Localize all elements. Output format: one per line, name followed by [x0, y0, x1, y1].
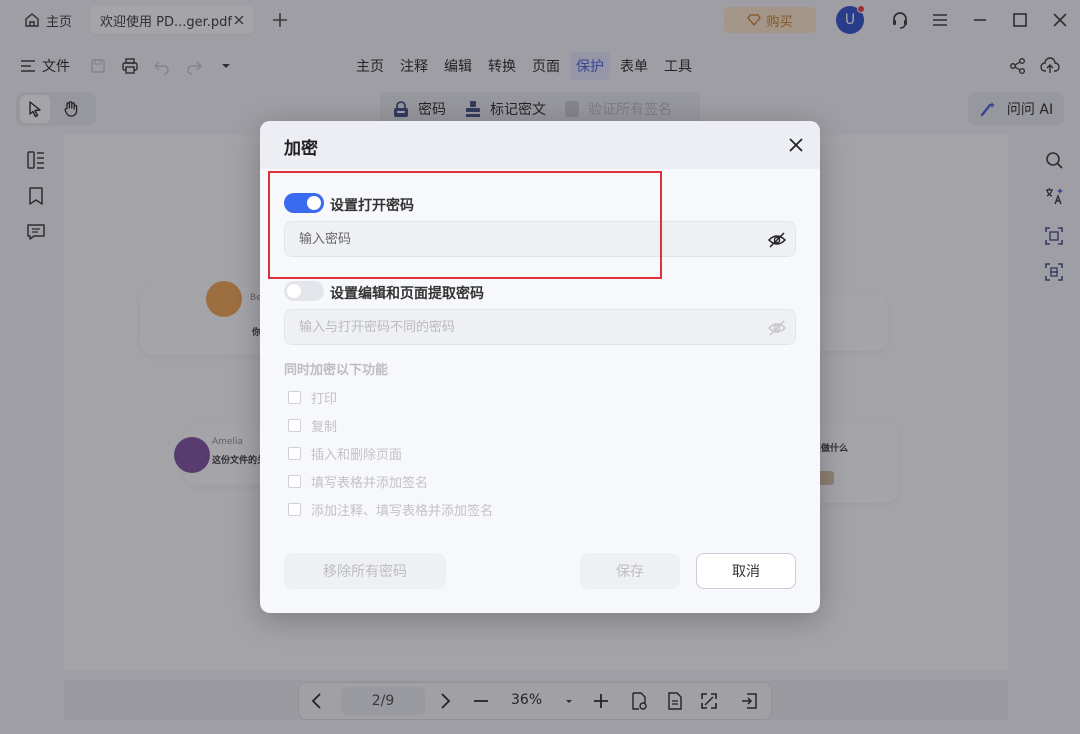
cancel-button[interactable]: 取消: [696, 553, 796, 589]
toggle-knob: [287, 284, 301, 298]
checkbox[interactable]: [288, 391, 301, 404]
dialog-close-icon[interactable]: [786, 135, 806, 155]
edit-password-input[interactable]: [299, 310, 739, 344]
option-fill-forms-sign[interactable]: 填写表格并添加签名: [288, 472, 428, 491]
option-copy-label: 复制: [311, 420, 338, 435]
remove-all-passwords-button[interactable]: 移除所有密码: [284, 553, 446, 589]
checkbox[interactable]: [288, 419, 301, 432]
toggle-knob: [307, 196, 321, 210]
option-print-label: 打印: [311, 392, 338, 407]
save-button[interactable]: 保存: [580, 553, 680, 589]
option-print[interactable]: 打印: [288, 388, 337, 407]
also-encrypt-section-title: 同时加密以下功能: [284, 363, 389, 378]
checkbox[interactable]: [288, 475, 301, 488]
option-fill-forms-label: 填写表格并添加签名: [311, 476, 429, 491]
option-annotate-fill-sign[interactable]: 添加注释、填写表格并添加签名: [288, 500, 493, 519]
open-password-input[interactable]: [299, 222, 739, 256]
edit-password-field: [284, 309, 796, 345]
eye-hidden-icon[interactable]: [767, 230, 787, 250]
open-password-toggle[interactable]: [284, 193, 324, 213]
option-insert-delete-pages[interactable]: 插入和删除页面: [288, 444, 402, 463]
option-annotate-label: 添加注释、填写表格并添加签名: [311, 504, 494, 519]
open-password-field: [284, 221, 796, 257]
option-insert-delete-label: 插入和删除页面: [311, 448, 403, 463]
eye-hidden-icon[interactable]: [767, 318, 787, 338]
encrypt-dialog: 加密 设置打开密码 设置编辑和页面提取密码 同时加密以下功能 打印 复制 插入和…: [260, 121, 820, 613]
dialog-header: 加密: [260, 121, 820, 169]
open-password-toggle-label: 设置打开密码: [330, 198, 414, 214]
dialog-title: 加密: [284, 139, 318, 159]
edit-password-toggle[interactable]: [284, 281, 324, 301]
option-copy[interactable]: 复制: [288, 416, 337, 435]
checkbox[interactable]: [288, 503, 301, 516]
edit-password-toggle-label: 设置编辑和页面提取密码: [330, 286, 484, 302]
checkbox[interactable]: [288, 447, 301, 460]
